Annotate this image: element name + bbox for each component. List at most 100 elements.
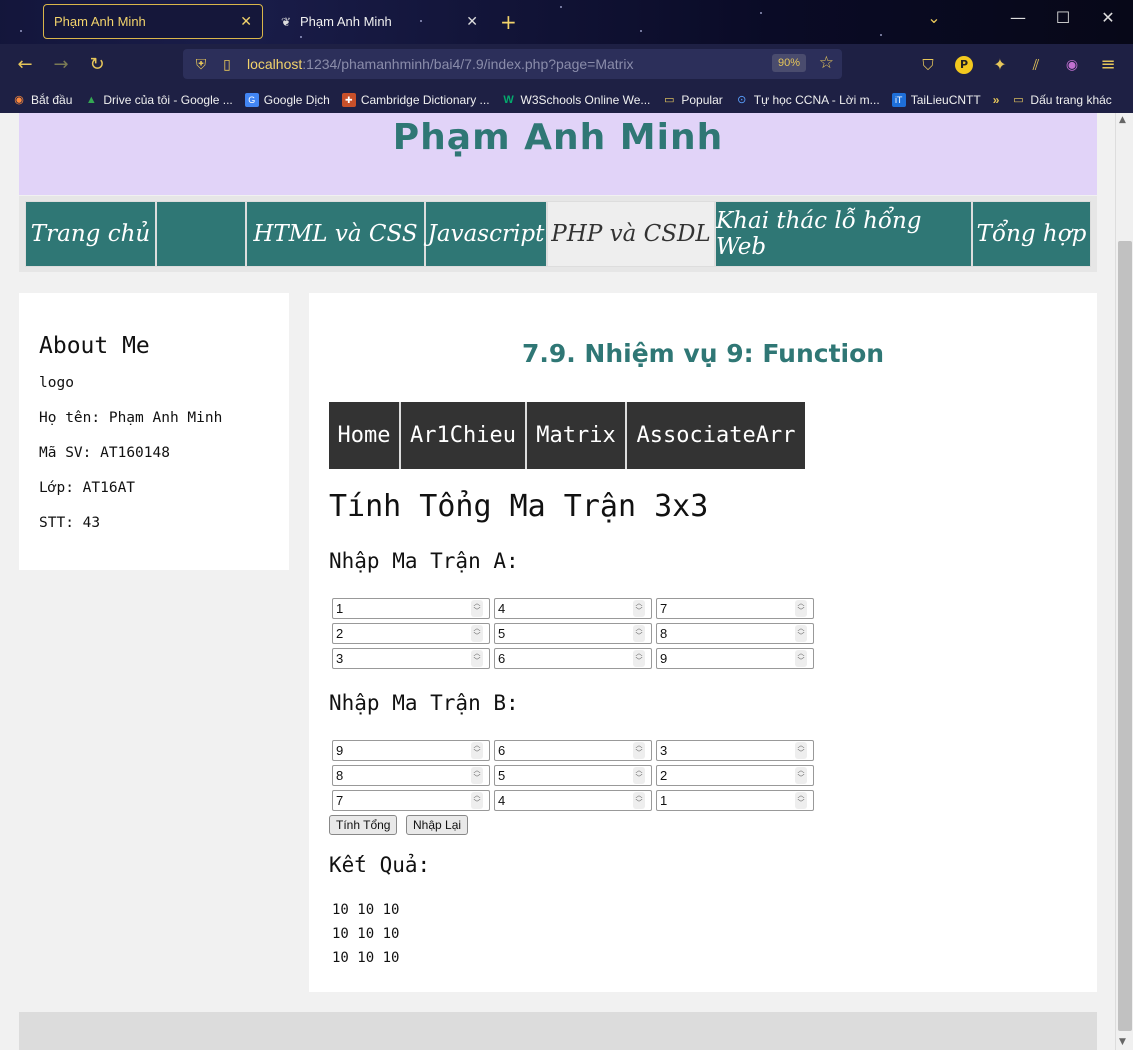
library-icon[interactable]: ⫽ xyxy=(1024,54,1048,76)
matrix-cell-value: 3 xyxy=(660,743,668,758)
bookmark-label: Cambridge Dictionary ... xyxy=(360,92,490,107)
matrix-cell-input[interactable]: 5 ︿ ﹀ xyxy=(494,623,652,644)
browser-tab[interactable]: ❦ Phạm Anh Minh ✕ xyxy=(268,4,488,39)
firefox-icon: ◉ xyxy=(14,93,24,106)
matrix-cell-input[interactable]: 3 ︿ ﹀ xyxy=(656,740,814,761)
bookmark-item[interactable]: ⊙ Tự học CCNA - Lời m... xyxy=(735,93,880,107)
number-spinner-icon[interactable]: ︿ ﹀ xyxy=(471,742,483,759)
tab-list-chevron-icon[interactable]: ⌄ xyxy=(919,8,949,27)
subnav-matrix[interactable]: Matrix xyxy=(527,402,627,469)
matrix-cell-input[interactable]: 8 ︿ ﹀ xyxy=(656,623,814,644)
matrix-cell-value: 7 xyxy=(336,793,344,808)
back-icon[interactable]: ← xyxy=(13,54,37,76)
subnav-home[interactable]: Home xyxy=(329,402,401,469)
zoom-level[interactable]: 90% xyxy=(771,54,806,72)
nav-item-javascript[interactable]: Javascript xyxy=(425,201,547,267)
matrix-cell-input[interactable]: 3 ︿ ﹀ xyxy=(332,648,490,669)
bookmark-item[interactable]: ✚ Cambridge Dictionary ... xyxy=(341,92,490,107)
reset-button[interactable]: Nhập Lại xyxy=(406,815,469,835)
number-spinner-icon[interactable]: ︿ ﹀ xyxy=(795,600,807,617)
close-tab-icon[interactable]: ✕ xyxy=(240,13,252,30)
number-spinner-icon[interactable]: ︿ ﹀ xyxy=(471,792,483,809)
number-spinner-icon[interactable]: ︿ ﹀ xyxy=(795,625,807,642)
matrix-cell-input[interactable]: 4 ︿ ﹀ xyxy=(494,598,652,619)
number-spinner-icon[interactable]: ︿ ﹀ xyxy=(633,742,645,759)
url-path: :1234/phamanhminh/bai4/7.9/index.php?pag… xyxy=(302,56,634,72)
minimize-icon[interactable]: — xyxy=(1003,8,1033,27)
ccna-icon: ⊙ xyxy=(737,93,747,106)
number-spinner-icon[interactable]: ︿ ﹀ xyxy=(795,650,807,667)
matrix-cell-input[interactable]: 1 ︿ ﹀ xyxy=(332,598,490,619)
bookmark-item[interactable]: W W3Schools Online We... xyxy=(502,93,650,107)
matrix-cell-input[interactable]: 1 ︿ ﹀ xyxy=(656,790,814,811)
matrix-cell-input[interactable]: 9 ︿ ﹀ xyxy=(656,648,814,669)
scroll-thumb[interactable] xyxy=(1118,241,1132,1031)
bookmark-item[interactable]: iT TaiLieuCNTT xyxy=(891,92,981,107)
number-spinner-icon[interactable]: ︿ ﹀ xyxy=(795,792,807,809)
page-info-icon[interactable]: ▯ xyxy=(215,56,239,73)
name-value: Phạm Anh Minh xyxy=(108,410,223,426)
subnav-ar1chieu[interactable]: Ar1Chieu xyxy=(401,402,527,469)
shield-icon[interactable]: ⛨ xyxy=(189,56,213,73)
nav-item-blank[interactable] xyxy=(156,201,246,267)
nav-item-php-csdl[interactable]: PHP và CSDL xyxy=(547,201,715,267)
number-spinner-icon[interactable]: ︿ ﹀ xyxy=(471,600,483,617)
matrix-cell-input[interactable]: 2 ︿ ﹀ xyxy=(332,623,490,644)
number-spinner-icon[interactable]: ︿ ﹀ xyxy=(633,792,645,809)
matrix-cell-input[interactable]: 2 ︿ ﹀ xyxy=(656,765,814,786)
menu-icon[interactable]: ≡ xyxy=(1096,54,1120,76)
forward-icon[interactable]: → xyxy=(49,54,73,76)
matrix-cell-value: 5 xyxy=(498,626,506,641)
new-tab-icon[interactable]: + xyxy=(500,10,517,34)
matrix-cell-value: 5 xyxy=(498,768,506,783)
site-header: Phạm Anh Minh xyxy=(19,113,1097,195)
scroll-up-icon[interactable]: ▲ xyxy=(1119,115,1126,125)
maximize-icon[interactable]: ☐ xyxy=(1048,8,1078,27)
bookmark-item[interactable]: G Google Dịch xyxy=(244,92,330,107)
profile-badge-icon[interactable]: P xyxy=(955,56,973,74)
pocket-icon[interactable]: ⛉ xyxy=(916,54,940,76)
matrix-cell-input[interactable]: 8 ︿ ﹀ xyxy=(332,765,490,786)
matrix-cell-input[interactable]: 7 ︿ ﹀ xyxy=(656,598,814,619)
bookmark-item[interactable]: ◉ Bắt đầu xyxy=(12,93,72,107)
bookmark-star-icon[interactable]: ☆ xyxy=(819,53,834,73)
bookmark-item[interactable]: ▭ Popular xyxy=(662,92,723,107)
nav-item-tong-hop[interactable]: Tổng hợp xyxy=(972,201,1091,267)
matrix-a-label: Nhập Ma Trận A: xyxy=(329,549,519,573)
number-spinner-icon[interactable]: ︿ ﹀ xyxy=(633,767,645,784)
matrix-cell-input[interactable]: 6 ︿ ﹀ xyxy=(494,740,652,761)
matrix-cell-input[interactable]: 7 ︿ ﹀ xyxy=(332,790,490,811)
number-spinner-icon[interactable]: ︿ ﹀ xyxy=(633,600,645,617)
number-spinner-icon[interactable]: ︿ ﹀ xyxy=(471,625,483,642)
close-window-icon[interactable]: ✕ xyxy=(1093,8,1123,27)
matrix-cell-input[interactable]: 5 ︿ ﹀ xyxy=(494,765,652,786)
close-tab-icon[interactable]: ✕ xyxy=(466,13,478,30)
number-spinner-icon[interactable]: ︿ ﹀ xyxy=(471,767,483,784)
page-scrollbar[interactable]: ▲ ▼ xyxy=(1115,113,1133,1050)
number-spinner-icon[interactable]: ︿ ﹀ xyxy=(795,742,807,759)
address-bar[interactable]: ⛨ ▯ localhost:1234/phamanhminh/bai4/7.9/… xyxy=(183,49,842,79)
more-bookmarks-chevron-icon[interactable]: » xyxy=(993,93,1000,107)
other-bookmarks[interactable]: ▭ Dấu trang khác xyxy=(1011,93,1112,107)
subnav-associatearr[interactable]: AssociateArr xyxy=(627,402,805,469)
matrix-cell-input[interactable]: 4 ︿ ﹀ xyxy=(494,790,652,811)
nav-item-trang-chu[interactable]: Trang chủ xyxy=(25,201,156,267)
bookmarks-bar: ◉ Bắt đầu ▲ Drive của tôi - Google ... G Go… xyxy=(0,86,1133,113)
number-spinner-icon[interactable]: ︿ ﹀ xyxy=(633,625,645,642)
calculate-sum-button[interactable]: Tính Tổng xyxy=(329,815,398,835)
broadcast-icon[interactable]: ◉ xyxy=(1060,54,1084,76)
bookmark-item[interactable]: ▲ Drive của tôi - Google ... xyxy=(84,93,233,107)
number-spinner-icon[interactable]: ︿ ﹀ xyxy=(795,767,807,784)
nav-item-html-css[interactable]: HTML và CSS xyxy=(246,201,425,267)
bookmark-label: Popular xyxy=(681,92,723,107)
matrix-cell-input[interactable]: 6 ︿ ﹀ xyxy=(494,648,652,669)
matrix-cell-input[interactable]: 9 ︿ ﹀ xyxy=(332,740,490,761)
reload-icon[interactable]: ↻ xyxy=(85,54,109,76)
number-spinner-icon[interactable]: ︿ ﹀ xyxy=(633,650,645,667)
scroll-down-icon[interactable]: ▼ xyxy=(1119,1037,1126,1047)
number-spinner-icon[interactable]: ︿ ﹀ xyxy=(471,650,483,667)
tab-title: Phạm Anh Minh xyxy=(54,14,146,29)
browser-tab-active[interactable]: Phạm Anh Minh ✕ xyxy=(43,4,263,39)
nav-item-khai-thac[interactable]: Khai thác lỗ hổng Web xyxy=(715,201,972,267)
extensions-icon[interactable]: ✦ xyxy=(988,54,1012,76)
